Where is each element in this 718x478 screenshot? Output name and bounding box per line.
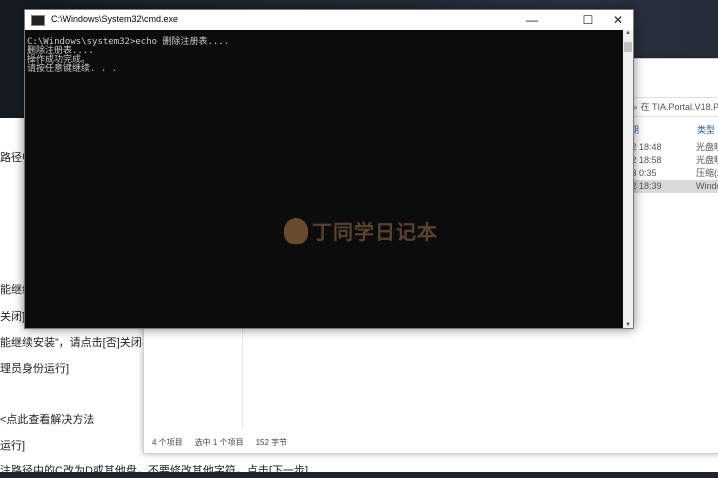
- close-button[interactable]: ✕: [603, 10, 633, 30]
- doc-line: 理员身份运行]: [0, 363, 70, 375]
- scrollbar-thumb[interactable]: [624, 42, 632, 52]
- doc-line: 注路径中的C改为D或其他盘，不要修改其他字符，点击[下一步]: [0, 465, 308, 477]
- maximize-button[interactable]: ☐: [573, 10, 603, 30]
- file-row[interactable]: /22 18:58光盘映: [624, 154, 718, 167]
- shiba-logo-icon: [284, 217, 308, 244]
- doc-line: 能继续安装”，请点击[否]关闭界: [0, 337, 153, 349]
- doc-link[interactable]: <点此查看解决方法: [0, 411, 94, 427]
- window-title: C:\Windows\System32\cmd.exe: [51, 14, 179, 24]
- doc-line: 关闭]: [0, 311, 26, 323]
- cmd-window: C:\Windows\System32\cmd.exe — ☐ ✕ C:\Win…: [24, 9, 634, 329]
- scroll-up-icon[interactable]: ▲: [623, 30, 633, 36]
- minimize-button[interactable]: —: [517, 10, 547, 30]
- search-icon: ⌕: [633, 102, 641, 112]
- vertical-scrollbar[interactable]: ▲ ▼: [623, 30, 633, 328]
- search-input[interactable]: ⌕ 在 TIA.Portal.V18.Pr: [628, 97, 718, 117]
- file-row-selected[interactable]: /22 18:39Windo: [624, 180, 718, 193]
- watermark: 丁同学日记本: [284, 216, 438, 245]
- scroll-down-icon[interactable]: ▼: [623, 322, 633, 328]
- column-header-type[interactable]: 类型: [697, 123, 715, 136]
- file-row[interactable]: /23 0:35压缩(z: [624, 167, 718, 180]
- status-bar: 4 个项目 选中 1 个项目 152 字节: [152, 438, 288, 447]
- cmd-icon: [31, 15, 45, 26]
- file-row[interactable]: /22 18:48光盘映: [624, 141, 718, 154]
- doc-line: 运行]: [0, 440, 26, 452]
- title-bar[interactable]: C:\Windows\System32\cmd.exe — ☐ ✕: [25, 10, 633, 30]
- console-output: C:\Windows\system32>echo 删除注册表.... 删除注册表.…: [27, 37, 230, 74]
